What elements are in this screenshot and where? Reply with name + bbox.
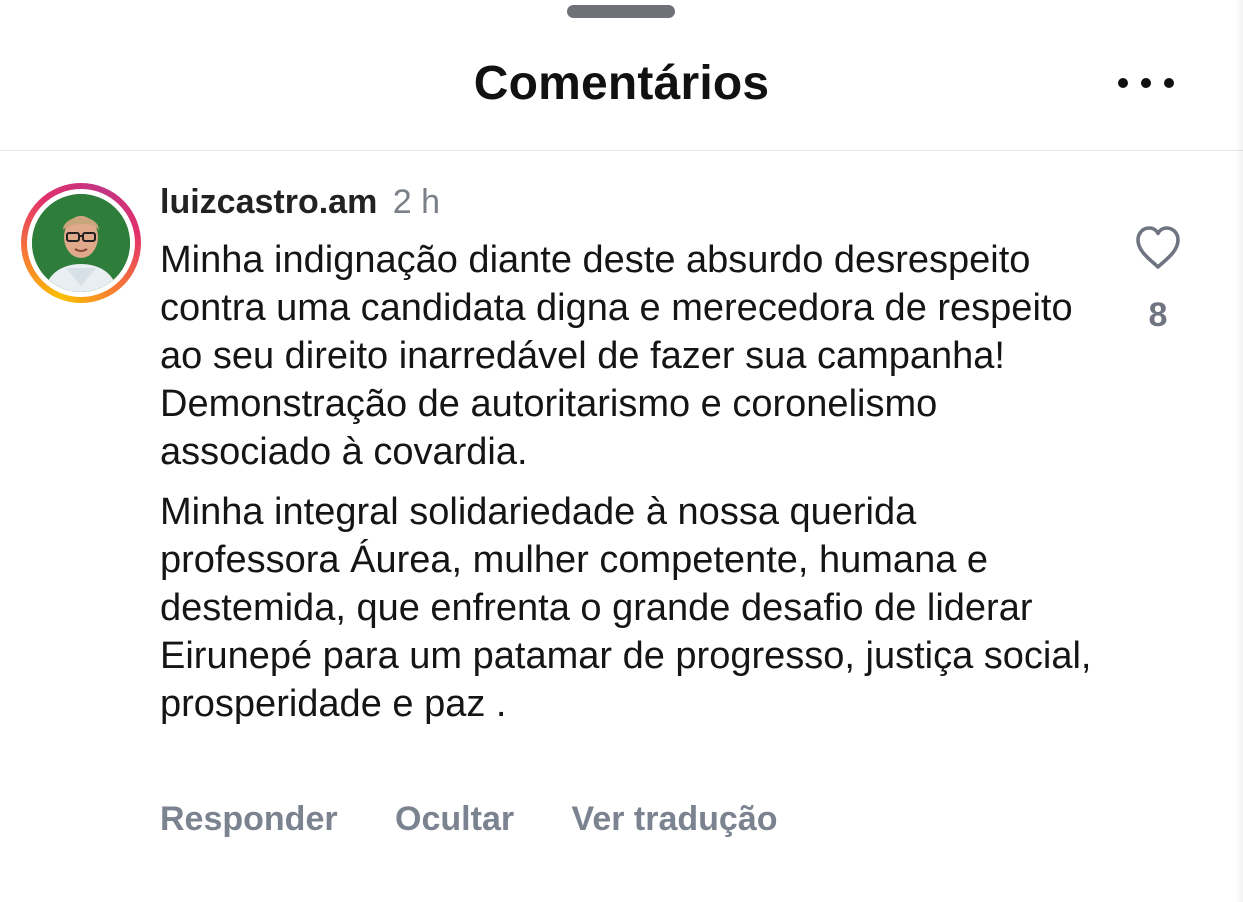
ellipsis-dot [1141,78,1151,88]
page-title: Comentários [473,57,770,110]
comments-header: Comentários [0,0,1243,151]
reply-button[interactable]: Responder [160,800,338,838]
see-translation-button[interactable]: Ver tradução [572,800,778,838]
avatar-photo-icon [32,194,130,292]
story-ring[interactable] [21,183,141,303]
comment-paragraph: Minha integral solidariedade à nossa que… [160,491,1092,725]
comment-meta: luizcastro.am 2 h [160,183,440,221]
username[interactable]: luizcastro.am [160,183,377,221]
heart-icon [1136,226,1180,269]
ellipsis-dot [1164,78,1174,88]
comment-body: Minha indignação diante deste absurdo de… [160,236,1100,728]
more-options-icon[interactable] [1118,72,1174,94]
comment-actions: Responder Ocultar Ver tradução [160,800,826,839]
comment-time: 2 h [392,183,441,221]
heart-outline-icon[interactable] [1132,222,1184,274]
sheet-edge [1235,0,1243,902]
ellipsis-dot [1118,78,1128,88]
hide-button[interactable]: Ocultar [395,800,514,838]
comment-paragraph: Minha indignação diante deste absurdo de… [160,239,1073,473]
like-count: 8 [1148,296,1168,334]
avatar[interactable] [32,194,130,292]
comments-sheet: Comentários luizcastro.am 2 h Minha indi… [0,0,1243,902]
